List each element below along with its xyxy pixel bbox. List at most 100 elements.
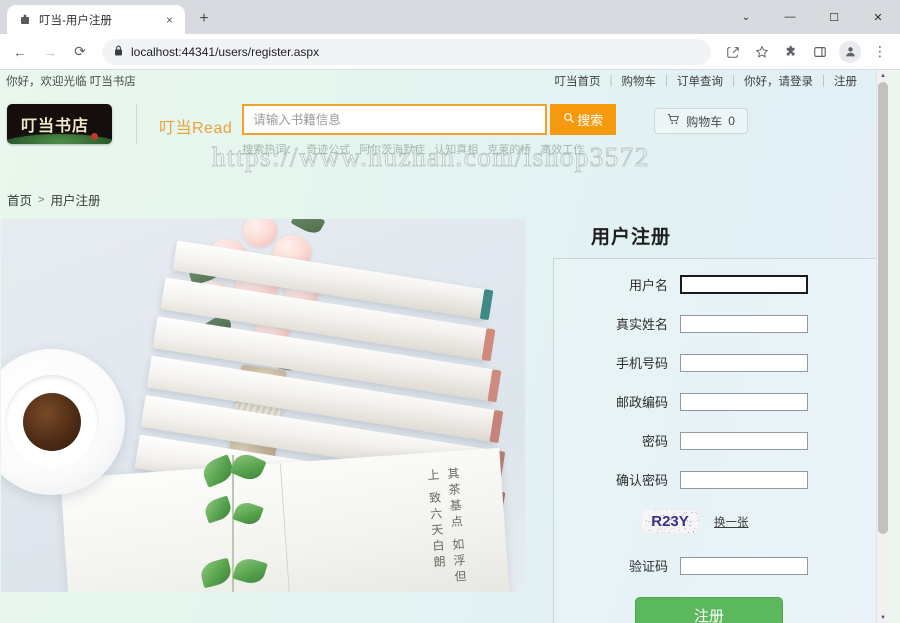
scroll-down-arrow-icon[interactable]: ▼: [877, 612, 889, 623]
search-area: 搜索 搜索热词： 奇迹公式 阿尔茨海默症 认知真相 克莱的桥 高效工作: [242, 104, 616, 157]
registration-section: 用户注册 用户名 真实姓名 手机号码 邮政编码 密码 确认密码 R23Y 换一张…: [553, 219, 885, 623]
minimize-button[interactable]: —: [768, 0, 812, 34]
breadcrumb-home[interactable]: 首页: [7, 190, 32, 209]
reload-icon[interactable]: ⟳: [66, 38, 94, 66]
search-input[interactable]: [242, 104, 547, 135]
postcode-input[interactable]: [680, 393, 808, 411]
field-row-phone: 手机号码: [554, 353, 870, 372]
site-logo[interactable]: 叮当书店: [7, 104, 112, 144]
logo-text: 叮当书店: [21, 112, 89, 136]
favicon-icon: [18, 13, 32, 27]
field-row-realname: 真实姓名: [554, 314, 870, 333]
hotword-5[interactable]: 高效工作: [540, 141, 584, 157]
breadcrumb-arrow-icon: >: [38, 194, 44, 206]
search-button-label: 搜索: [577, 110, 603, 129]
topnav-link-login[interactable]: 你好，请登录: [735, 73, 822, 89]
tab-strip: 叮当-用户注册 × + ⌄ — ☐ ✕: [0, 0, 900, 34]
site-header: 叮当书店 叮当Read 搜索: [0, 92, 888, 180]
cart-label: 购物车: [686, 113, 722, 130]
close-window-button[interactable]: ✕: [856, 0, 900, 34]
browser-tab[interactable]: 叮当-用户注册 ×: [7, 5, 185, 34]
cart-count: 0: [728, 114, 735, 128]
label-username: 用户名: [554, 275, 680, 294]
hot-search-words: 搜索热词： 奇迹公式 阿尔茨海默症 认知真相 克莱的桥 高效工作: [242, 141, 616, 157]
captcha-image[interactable]: R23Y: [641, 509, 699, 534]
topnav-link-orders[interactable]: 订单查询: [668, 73, 732, 89]
green-sprig: [199, 455, 269, 592]
brand-name: 叮当Read: [159, 114, 232, 138]
new-tab-button[interactable]: +: [191, 6, 217, 32]
captcha-input[interactable]: [680, 557, 808, 575]
book-vertical-text: 其茶基点 如浮但上 致六天白朗: [423, 466, 472, 592]
hotword-3[interactable]: 认知真相: [434, 141, 478, 157]
submit-row: 注册: [554, 597, 870, 623]
window-controls: ⌄ — ☐ ✕: [724, 0, 900, 34]
address-bar[interactable]: localhost:44341/users/register.aspx: [102, 39, 711, 65]
hotwords-label: 搜索热词：: [242, 141, 297, 157]
registration-form: 用户名 真实姓名 手机号码 邮政编码 密码 确认密码 R23Y 换一张 验证码 …: [553, 258, 885, 623]
profile-avatar-icon[interactable]: [839, 41, 861, 63]
open-book: 其茶基点 如浮但上 致六天白朗: [60, 448, 509, 592]
url-text: localhost:44341/users/register.aspx: [131, 45, 319, 59]
confirm-password-input[interactable]: [680, 471, 808, 489]
extensions-puzzle-icon[interactable]: [777, 38, 805, 66]
site-top-bar: 你好，欢迎光临 叮当书店 叮当首页 | 购物车 | 订单查询 | 你好，请登录 …: [0, 70, 888, 92]
captcha-row: R23Y 换一张: [554, 509, 870, 534]
label-realname: 真实姓名: [554, 314, 680, 333]
captcha-code: R23Y: [651, 513, 689, 530]
tab-title: 叮当-用户注册: [39, 12, 155, 28]
realname-input[interactable]: [680, 315, 808, 333]
web-page: 你好，欢迎光临 叮当书店 叮当首页 | 购物车 | 订单查询 | 你好，请登录 …: [0, 70, 888, 623]
scroll-up-arrow-icon[interactable]: ▲: [877, 70, 889, 81]
label-password: 密码: [554, 431, 680, 450]
page-viewport: 你好，欢迎光临 叮当书店 叮当首页 | 购物车 | 订单查询 | 你好，请登录 …: [0, 70, 900, 623]
browser-window: 叮当-用户注册 × + ⌄ — ☐ ✕ ← → ⟳ localhost:4434…: [0, 0, 900, 623]
tab-search-icon[interactable]: ⌄: [724, 0, 768, 34]
topnav-link-register[interactable]: 注册: [825, 73, 866, 89]
phone-input[interactable]: [680, 354, 808, 372]
topnav-link-home[interactable]: 叮当首页: [546, 73, 610, 89]
hotword-2[interactable]: 阿尔茨海默症: [359, 141, 425, 157]
toolbar-right-icons: ⋮: [719, 38, 894, 66]
page-title: 用户注册: [591, 222, 885, 249]
maximize-button[interactable]: ☐: [812, 0, 856, 34]
side-panel-icon[interactable]: [806, 38, 834, 66]
cart-icon: [667, 113, 680, 129]
register-submit-button[interactable]: 注册: [635, 597, 783, 623]
bookmark-star-icon[interactable]: [748, 38, 776, 66]
label-phone: 手机号码: [554, 353, 680, 372]
label-postcode: 邮政编码: [554, 392, 680, 411]
field-row-password: 密码: [554, 431, 870, 450]
top-navigation: 叮当首页 | 购物车 | 订单查询 | 你好，请登录 | 注册: [546, 70, 867, 92]
password-input[interactable]: [680, 432, 808, 450]
hotword-1[interactable]: 奇迹公式: [306, 141, 350, 157]
cart-button[interactable]: 购物车 0: [654, 108, 748, 134]
browser-toolbar: ← → ⟳ localhost:44341/users/register.asp…: [0, 34, 900, 70]
scrollbar-thumb[interactable]: [878, 82, 888, 534]
back-icon[interactable]: ←: [6, 38, 34, 66]
share-icon[interactable]: [719, 38, 747, 66]
browser-menu-icon[interactable]: ⋮: [866, 38, 894, 66]
breadcrumb: 首页 > 用户注册: [7, 190, 888, 209]
label-captcha: 验证码: [554, 556, 680, 575]
field-row-postcode: 邮政编码: [554, 392, 870, 411]
page-scrollbar[interactable]: ▲ ▼: [876, 70, 888, 623]
field-row-captcha: 验证码: [554, 556, 870, 575]
promo-photo: 其茶基点 如浮但上 致六天白朗: [1, 219, 525, 592]
field-row-username: 用户名: [554, 275, 870, 294]
search-icon: [563, 112, 575, 127]
lock-icon: [114, 45, 123, 59]
hotword-4[interactable]: 克莱的桥: [487, 141, 531, 157]
main-content: 其茶基点 如浮但上 致六天白朗 用户注册 用户名 真实姓名 手机号码 邮政编码 …: [0, 219, 888, 623]
tab-close-icon[interactable]: ×: [162, 12, 177, 27]
coffee-cup: [1, 349, 125, 495]
field-row-confirm-password: 确认密码: [554, 470, 870, 489]
captcha-refresh-link[interactable]: 换一张: [714, 514, 749, 530]
label-confirm-password: 确认密码: [554, 470, 680, 489]
search-row: 搜索: [242, 104, 616, 135]
search-button[interactable]: 搜索: [550, 104, 616, 135]
username-input[interactable]: [680, 275, 808, 294]
breadcrumb-current: 用户注册: [50, 190, 100, 209]
topnav-link-cart[interactable]: 购物车: [613, 73, 666, 89]
forward-icon[interactable]: →: [36, 38, 64, 66]
